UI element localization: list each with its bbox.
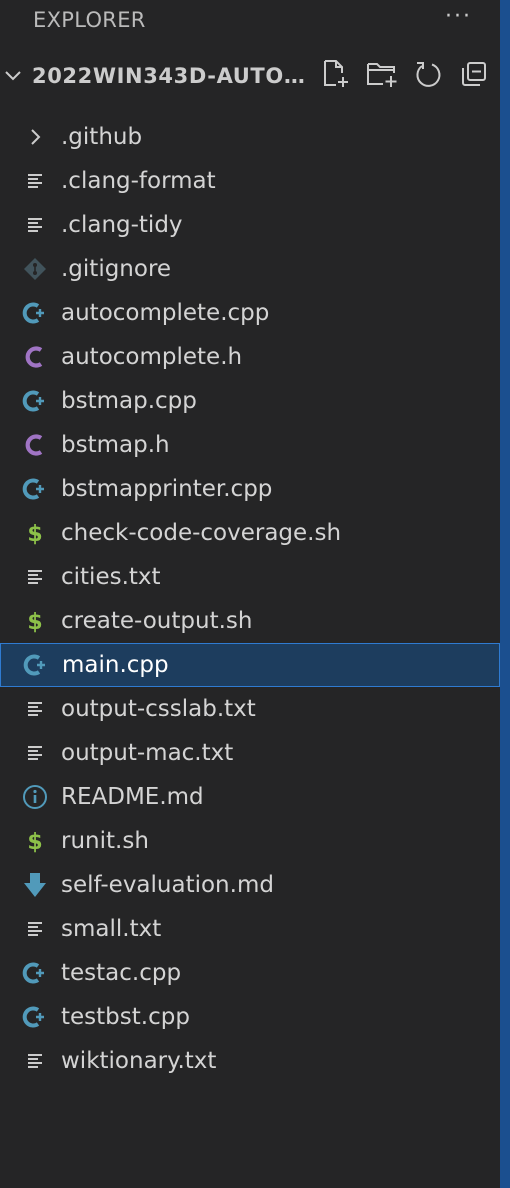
- tree-item-file[interactable]: $ create-output.sh: [0, 599, 500, 643]
- tree-item-file[interactable]: $ check-code-coverage.sh: [0, 511, 500, 555]
- tree-item-file-selected[interactable]: main.cpp: [0, 643, 500, 687]
- tree-item-label: .gitignore: [61, 256, 172, 282]
- tree-item-file[interactable]: wiktionary.txt: [0, 1039, 500, 1083]
- chevron-down-icon: [5, 71, 21, 81]
- c-header-icon: [22, 432, 48, 458]
- tree-item-label: check-code-coverage.sh: [61, 520, 342, 546]
- text-file-icon: [22, 168, 48, 194]
- text-file-icon: [22, 212, 48, 238]
- svg-text:$: $: [27, 610, 42, 634]
- git-icon: [22, 256, 48, 282]
- tree-item-file[interactable]: README.md: [0, 775, 500, 819]
- chevron-right-icon: [22, 124, 48, 150]
- workspace-folder-name: 2022WIN343D-AUTOC...: [32, 64, 310, 88]
- collapse-all-icon: [462, 62, 486, 86]
- tree-item-file[interactable]: autocomplete.h: [0, 335, 500, 379]
- tree-item-label: self-evaluation.md: [61, 872, 274, 898]
- tree-item-github-folder[interactable]: .github: [0, 115, 500, 159]
- tree-item-label: .github: [61, 124, 143, 150]
- tree-item-file[interactable]: bstmap.cpp: [0, 379, 500, 423]
- tree-item-label: output-csslab.txt: [61, 696, 256, 722]
- new-folder-icon: [367, 63, 397, 87]
- panel-edge-scrollbar[interactable]: [500, 0, 510, 1188]
- tree-item-file[interactable]: autocomplete.cpp: [0, 291, 500, 335]
- shell-icon: $: [22, 828, 48, 854]
- text-file-icon: [22, 916, 48, 942]
- new-file-button[interactable]: [320, 58, 352, 90]
- refresh-icon: [416, 62, 441, 87]
- svg-text:$: $: [27, 522, 42, 546]
- cpp-icon: [22, 476, 48, 502]
- explorer-panel: EXPLORER ··· 2022WIN343D-AUTOC... .githu…: [0, 0, 500, 1188]
- tree-item-label: bstmap.cpp: [61, 388, 197, 414]
- cpp-icon: [22, 388, 48, 414]
- c-header-icon: [22, 344, 48, 370]
- shell-icon: $: [22, 520, 48, 546]
- tree-item-file[interactable]: bstmap.h: [0, 423, 500, 467]
- tree-item-label: bstmapprinter.cpp: [61, 476, 273, 502]
- new-file-icon: [324, 60, 348, 87]
- tree-item-label: testbst.cpp: [61, 1004, 190, 1030]
- new-folder-button[interactable]: [366, 58, 398, 90]
- workspace-folder-header[interactable]: 2022WIN343D-AUTOC...: [0, 40, 500, 112]
- tree-item-file[interactable]: cities.txt: [0, 555, 500, 599]
- tree-item-file[interactable]: testac.cpp: [0, 951, 500, 995]
- text-file-icon: [22, 564, 48, 590]
- tree-item-file[interactable]: output-csslab.txt: [0, 687, 500, 731]
- svg-text:$: $: [27, 830, 42, 854]
- collapse-all-button[interactable]: [458, 58, 490, 90]
- tree-item-file[interactable]: $ runit.sh: [0, 819, 500, 863]
- tree-item-label: README.md: [61, 784, 204, 810]
- text-file-icon: [22, 1048, 48, 1074]
- tree-item-label: main.cpp: [62, 652, 169, 678]
- tree-item-label: wiktionary.txt: [61, 1048, 217, 1074]
- tree-item-file[interactable]: self-evaluation.md: [0, 863, 500, 907]
- shell-icon: $: [22, 608, 48, 634]
- cpp-icon: [22, 960, 48, 986]
- tree-item-label: cities.txt: [61, 564, 161, 590]
- explorer-title: EXPLORER: [33, 8, 146, 32]
- cpp-icon: [22, 1004, 48, 1030]
- info-icon: [22, 784, 48, 810]
- tree-item-file[interactable]: testbst.cpp: [0, 995, 500, 1039]
- tree-item-label: autocomplete.h: [61, 344, 243, 370]
- tree-item-file[interactable]: .gitignore: [0, 247, 500, 291]
- file-tree: .github .clang-format .clang-tidy .gitig…: [0, 115, 500, 1083]
- tree-item-label: small.txt: [61, 916, 162, 942]
- text-file-icon: [22, 740, 48, 766]
- tree-item-label: bstmap.h: [61, 432, 170, 458]
- tree-item-file[interactable]: output-mac.txt: [0, 731, 500, 775]
- cpp-icon: [23, 652, 49, 678]
- cpp-icon: [22, 300, 48, 326]
- tree-item-label: output-mac.txt: [61, 740, 234, 766]
- folder-actions: [320, 58, 490, 90]
- tree-item-label: runit.sh: [61, 828, 149, 854]
- markdown-download-icon: [22, 872, 48, 898]
- tree-item-label: create-output.sh: [61, 608, 253, 634]
- refresh-button[interactable]: [412, 58, 444, 90]
- more-actions-button[interactable]: ···: [445, 4, 472, 29]
- tree-item-label: .clang-format: [61, 168, 216, 194]
- explorer-header: EXPLORER ···: [0, 0, 500, 40]
- tree-item-file[interactable]: .clang-tidy: [0, 203, 500, 247]
- tree-item-file[interactable]: bstmapprinter.cpp: [0, 467, 500, 511]
- tree-item-label: testac.cpp: [61, 960, 182, 986]
- tree-item-label: .clang-tidy: [61, 212, 183, 238]
- tree-item-label: autocomplete.cpp: [61, 300, 270, 326]
- text-file-icon: [22, 696, 48, 722]
- tree-item-file[interactable]: .clang-format: [0, 159, 500, 203]
- tree-item-file[interactable]: small.txt: [0, 907, 500, 951]
